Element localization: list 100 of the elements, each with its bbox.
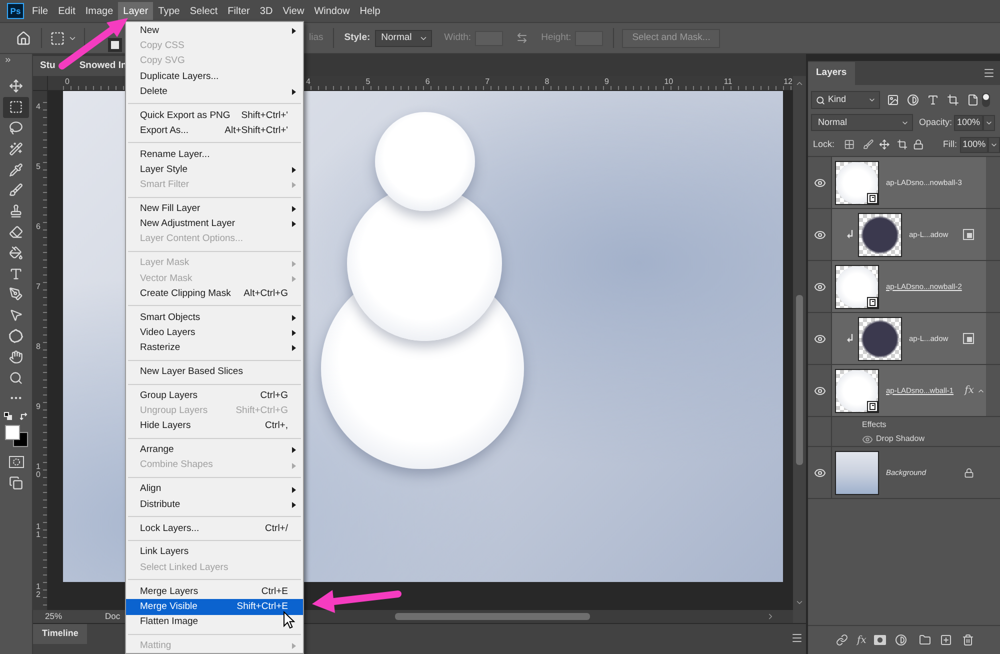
menu-item[interactable]: New Layer Based Slices <box>126 364 303 380</box>
menu-item[interactable]: Flatten Image <box>126 614 303 630</box>
filter-toggle[interactable] <box>982 93 990 107</box>
lock-label: Lock: <box>813 138 835 151</box>
menu-bar-item[interactable]: Layer <box>118 2 154 20</box>
menu-bar-item[interactable]: 3D <box>254 2 278 20</box>
menu-bar-item[interactable]: Filter <box>222 2 255 20</box>
menu-bar-item[interactable]: View <box>278 2 310 20</box>
lasso-icon <box>9 120 23 135</box>
menu-bar-item[interactable]: Select <box>184 2 223 20</box>
opacity-field[interactable]: 100% <box>954 114 984 130</box>
menu-icon[interactable] <box>791 632 803 644</box>
ruler-number: 11 <box>724 77 732 86</box>
menu-bar-item[interactable]: Edit <box>53 2 80 20</box>
eye-icon[interactable] <box>814 176 826 188</box>
move-icon[interactable] <box>878 139 890 150</box>
menu-item[interactable]: Export As... Alt+Shift+Ctrl+' <box>126 123 303 139</box>
scroll-thumb[interactable] <box>796 295 803 465</box>
half-circle-icon[interactable] <box>895 634 908 646</box>
mask-icon[interactable] <box>874 635 886 645</box>
crop-icon[interactable] <box>896 139 908 150</box>
ruler-number: 0 <box>65 77 70 86</box>
ruler-number: 6 <box>425 77 430 86</box>
menu-item[interactable]: Arrange <box>126 442 303 458</box>
swap-colors-icon[interactable] <box>20 412 28 420</box>
collapse-icon[interactable] <box>4 56 12 64</box>
eye-icon[interactable] <box>814 332 826 344</box>
style-dropdown[interactable]: Normal <box>375 30 432 46</box>
menu-item[interactable]: Quick Export as PNG Shift+Ctrl+' <box>126 108 303 124</box>
eye-icon[interactable] <box>814 384 826 396</box>
smart-object-badge-icon <box>867 400 878 412</box>
menu-item[interactable]: Layer Style <box>126 162 303 178</box>
width-label: Width: <box>444 30 472 45</box>
menu-bar-item[interactable]: File <box>27 2 54 20</box>
opacity-dropdown-button[interactable] <box>983 114 996 130</box>
fill-dropdown-button[interactable] <box>988 136 1000 152</box>
fx-label: fx <box>964 384 974 398</box>
eye-icon[interactable] <box>814 228 826 240</box>
menu-item[interactable]: Smart Objects <box>126 310 303 326</box>
menu-item[interactable]: Merge Layers Ctrl+E <box>126 584 303 600</box>
menu-item[interactable]: Create Clipping Mask Alt+Ctrl+G <box>126 286 303 302</box>
panel-tab[interactable]: Timeline <box>33 624 88 644</box>
scroll-right-icon[interactable] <box>766 612 775 621</box>
default-colors-icon[interactable] <box>4 412 12 420</box>
move-icon <box>9 79 23 94</box>
menu-item[interactable]: Video Layers <box>126 325 303 341</box>
plus-square-icon[interactable] <box>940 634 952 646</box>
crop-icon[interactable] <box>947 94 959 106</box>
blend-mode-dropdown[interactable]: Normal <box>811 114 913 131</box>
eye-icon[interactable] <box>862 434 873 444</box>
tool-button[interactable] <box>3 96 29 118</box>
panel-tab[interactable]: Layers <box>808 62 855 85</box>
menu-bar-item[interactable]: Window <box>309 2 355 20</box>
height-label: Height: <box>541 30 572 45</box>
clipping-arrow-icon <box>847 334 854 343</box>
menu-item[interactable]: New Fill Layer <box>126 202 303 217</box>
brush-icon[interactable] <box>863 139 874 150</box>
dashed-square-icon <box>9 100 23 114</box>
menu-item[interactable]: Merge Visible Shift+Ctrl+E <box>126 599 303 614</box>
menu-item[interactable]: Delete <box>126 84 303 100</box>
lock-icon[interactable] <box>964 468 974 478</box>
folder-icon[interactable] <box>919 634 932 646</box>
lock-icon[interactable] <box>913 139 924 150</box>
overlapping-rectangles-icon[interactable] <box>9 476 23 490</box>
menu-item[interactable]: Link Layers <box>126 545 303 560</box>
trash-icon[interactable] <box>962 634 974 646</box>
menu-item[interactable]: Lock Layers... Ctrl+/ <box>126 521 303 536</box>
fill-field[interactable]: 100% <box>960 136 988 152</box>
filter-dropdown[interactable]: Kind <box>811 91 880 109</box>
checkerboard-icon[interactable] <box>844 139 854 150</box>
menu-item[interactable]: Group Layers Ctrl+G <box>126 388 303 404</box>
scroll-up-icon[interactable] <box>795 79 804 88</box>
menu-item[interactable]: New <box>126 24 303 39</box>
menu-item[interactable]: New Adjustment Layer <box>126 216 303 232</box>
type-icon[interactable] <box>927 94 939 106</box>
quick-mask-icon[interactable] <box>8 456 24 468</box>
keyboard-shortcut: Ctrl+E <box>261 584 288 599</box>
brush-icon <box>9 183 23 198</box>
menu-item[interactable]: Distribute <box>126 497 303 512</box>
menu-item[interactable]: Rename Layer... <box>126 147 303 162</box>
swap-arrows-icon[interactable] <box>516 32 528 44</box>
menu-bar-item[interactable]: Help <box>354 2 386 20</box>
menu-item[interactable]: Rasterize <box>126 340 303 356</box>
half-circle-icon[interactable] <box>907 94 919 106</box>
eye-icon[interactable] <box>814 466 826 478</box>
menu-bar-item[interactable]: Image <box>80 2 118 20</box>
document-icon[interactable] <box>967 94 979 106</box>
add-style-button[interactable]: fx <box>857 632 866 648</box>
eraser-icon <box>9 224 23 239</box>
image-icon[interactable] <box>887 94 899 106</box>
menu-bar-item[interactable]: Type <box>153 2 185 20</box>
menu-item[interactable]: Align <box>126 482 303 498</box>
scroll-down-icon[interactable] <box>795 598 804 607</box>
selection-mode-button[interactable] <box>108 38 122 52</box>
scroll-thumb[interactable] <box>395 613 590 620</box>
link-icon[interactable] <box>836 634 848 646</box>
eye-icon[interactable] <box>814 280 826 292</box>
color-swatches-icon[interactable] <box>4 424 28 447</box>
menu-icon[interactable] <box>983 67 995 79</box>
menu-item[interactable]: Hide Layers Ctrl+, <box>126 418 303 434</box>
